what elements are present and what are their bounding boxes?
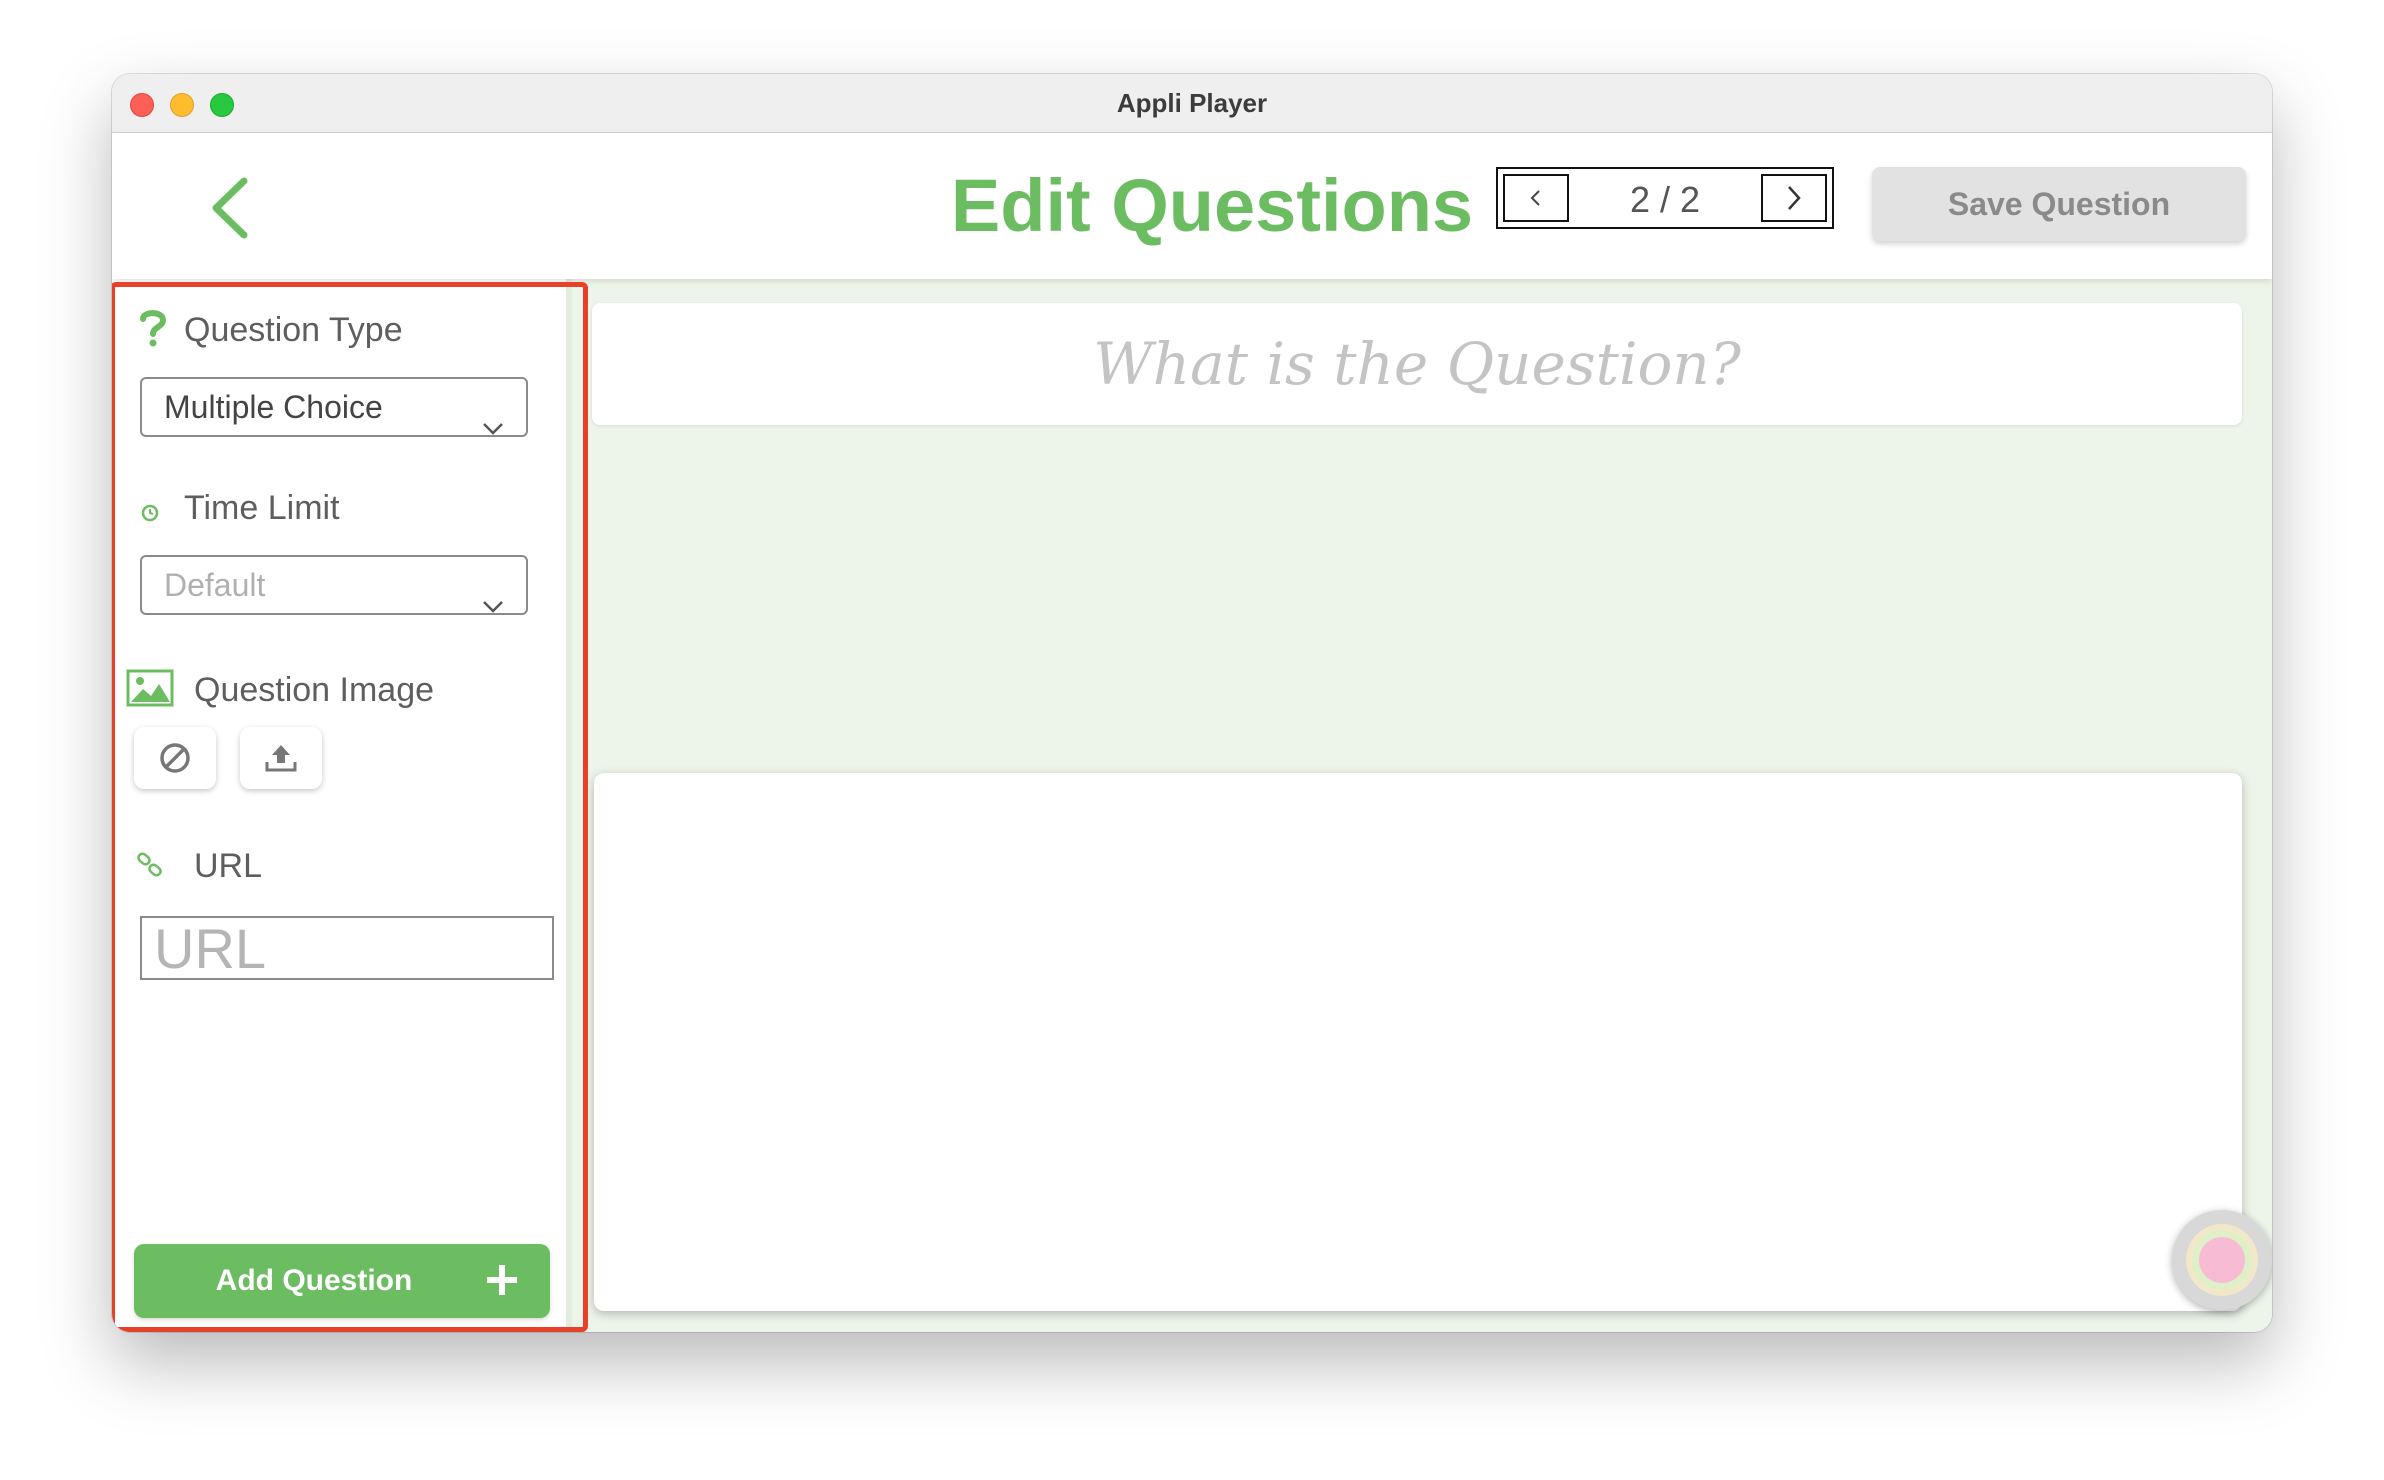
link-icon bbox=[136, 851, 164, 884]
question-media-area[interactable] bbox=[594, 773, 2242, 1311]
upload-icon bbox=[265, 745, 297, 772]
clock-icon bbox=[140, 503, 160, 528]
chevron-down-icon bbox=[482, 397, 504, 453]
question-mark-icon bbox=[138, 307, 168, 352]
save-question-button[interactable]: Save Question bbox=[1872, 167, 2246, 241]
chevron-right-icon bbox=[1788, 186, 1801, 210]
next-question-button[interactable] bbox=[1761, 174, 1827, 222]
question-text-field[interactable]: What is the Question? bbox=[592, 303, 2242, 425]
app-window: Appli Player Edit Questions 2 / 2 Save Q… bbox=[112, 74, 2272, 1332]
time-limit-value: Default bbox=[164, 567, 266, 603]
question-editor-area: What is the Question? bbox=[572, 279, 2272, 1332]
question-settings-sidebar: Question Type Multiple Choice Time Limit… bbox=[112, 279, 572, 1332]
time-limit-select[interactable]: Default bbox=[140, 555, 528, 615]
image-icon bbox=[126, 669, 174, 712]
question-image-label: Question Image bbox=[194, 671, 435, 709]
prohibit-icon bbox=[160, 743, 190, 773]
question-type-label: Question Type bbox=[184, 311, 403, 349]
header-bar: Edit Questions 2 / 2 Save Question bbox=[112, 133, 2272, 279]
question-type-select[interactable]: Multiple Choice bbox=[140, 377, 528, 437]
chevron-left-icon bbox=[212, 177, 248, 239]
chevron-down-icon bbox=[482, 575, 504, 631]
question-type-value: Multiple Choice bbox=[164, 389, 383, 425]
add-question-label: Add Question bbox=[215, 1264, 413, 1297]
back-button[interactable] bbox=[202, 173, 262, 243]
url-label: URL bbox=[194, 847, 263, 885]
plus-icon bbox=[484, 1262, 520, 1306]
add-question-button[interactable]: Add Question bbox=[134, 1244, 550, 1318]
url-input[interactable] bbox=[140, 916, 554, 980]
floating-assistant-button[interactable] bbox=[2172, 1210, 2272, 1310]
page-title: Edit Questions bbox=[950, 164, 1474, 247]
window-title: Appli Player bbox=[1116, 88, 1268, 118]
title-bar: Appli Player bbox=[112, 74, 2272, 133]
question-pager: 2 / 2 bbox=[1496, 167, 1834, 229]
remove-image-button[interactable] bbox=[134, 727, 216, 789]
upload-image-button[interactable] bbox=[240, 727, 322, 789]
time-limit-label: Time Limit bbox=[184, 489, 340, 527]
